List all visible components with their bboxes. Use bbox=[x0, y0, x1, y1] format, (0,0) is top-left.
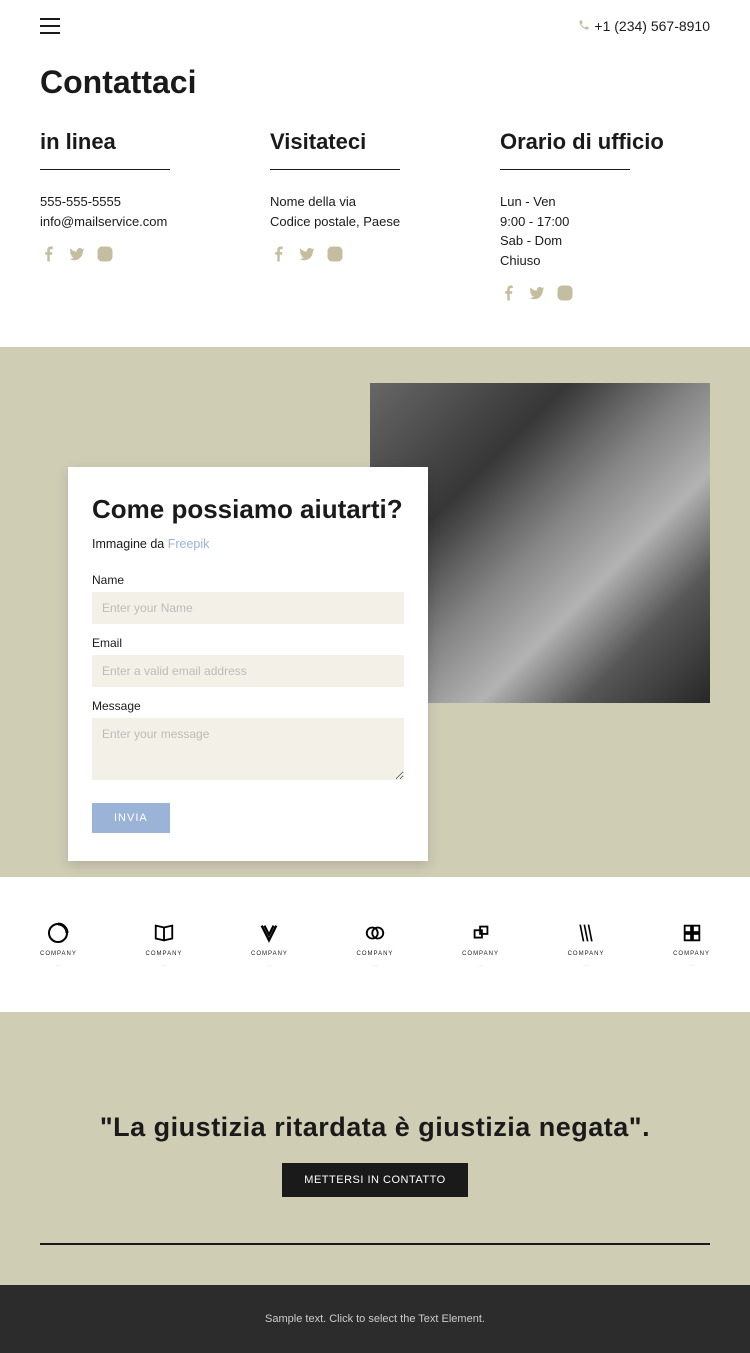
phone-number[interactable]: +1 (234) 567-8910 bbox=[578, 18, 710, 34]
contact-button[interactable]: METTERSI IN CONTATTO bbox=[282, 1163, 467, 1197]
divider bbox=[270, 169, 400, 170]
facebook-icon[interactable] bbox=[270, 245, 288, 268]
email-label: Email bbox=[92, 636, 404, 650]
social-links bbox=[270, 245, 480, 268]
facebook-icon[interactable] bbox=[40, 245, 58, 268]
name-label: Name bbox=[92, 573, 404, 587]
company-logo-4: COMPANY ··· bbox=[357, 921, 394, 968]
submit-button[interactable]: INVIA bbox=[92, 803, 170, 833]
freepik-link[interactable]: Freepik bbox=[168, 537, 210, 551]
form-title: Come possiamo aiutarti? bbox=[92, 495, 404, 525]
footer-text[interactable]: Sample text. Click to select the Text El… bbox=[40, 1313, 710, 1325]
phone-text: +1 (234) 567-8910 bbox=[594, 18, 710, 34]
message-label: Message bbox=[92, 699, 404, 713]
company-logo-6: COMPANY ··· bbox=[568, 921, 605, 968]
header: +1 (234) 567-8910 bbox=[0, 0, 750, 44]
col-body: 555-555-5555 info@mailservice.com bbox=[40, 192, 250, 231]
form-subtitle: Immagine da Freepik bbox=[92, 537, 404, 551]
contact-columns: in linea 555-555-5555 info@mailservice.c… bbox=[40, 129, 710, 307]
instagram-icon[interactable] bbox=[96, 245, 114, 268]
contact-section: Contattaci in linea 555-555-5555 info@ma… bbox=[0, 44, 750, 347]
col-title: in linea bbox=[40, 129, 250, 155]
contact-col-hours: Orario di ufficio Lun - Ven 9:00 - 17:00… bbox=[500, 129, 710, 307]
social-links bbox=[500, 284, 710, 307]
col-title: Visitateci bbox=[270, 129, 480, 155]
message-input[interactable] bbox=[92, 718, 404, 780]
company-logo-3: COMPANY ··· bbox=[251, 921, 288, 968]
company-logo-2: COMPANY ··· bbox=[146, 921, 183, 968]
company-logo-1: COMPANY ··· bbox=[40, 921, 77, 968]
instagram-icon[interactable] bbox=[556, 284, 574, 307]
form-section: Come possiamo aiutarti? Immagine da Free… bbox=[0, 347, 750, 877]
logos-section: COMPANY ··· COMPANY ··· COMPANY ··· COMP… bbox=[0, 877, 750, 1012]
instagram-icon[interactable] bbox=[326, 245, 344, 268]
twitter-icon[interactable] bbox=[68, 245, 86, 268]
form-card: Come possiamo aiutarti? Immagine da Free… bbox=[68, 467, 428, 861]
divider bbox=[40, 169, 170, 170]
social-links bbox=[40, 245, 250, 268]
divider bbox=[500, 169, 630, 170]
contact-col-visit: Visitateci Nome della via Codice postale… bbox=[270, 129, 480, 307]
twitter-icon[interactable] bbox=[528, 284, 546, 307]
quote-section: "La giustizia ritardata è giustizia nega… bbox=[0, 1012, 750, 1285]
company-logo-7: COMPANY ··· bbox=[673, 921, 710, 968]
email-input[interactable] bbox=[92, 655, 404, 687]
page-title: Contattaci bbox=[40, 64, 710, 101]
twitter-icon[interactable] bbox=[298, 245, 316, 268]
quote-text: "La giustizia ritardata è giustizia nega… bbox=[40, 1112, 710, 1143]
divider bbox=[40, 1243, 710, 1245]
col-title: Orario di ufficio bbox=[500, 129, 710, 155]
contact-col-online: in linea 555-555-5555 info@mailservice.c… bbox=[40, 129, 250, 307]
company-logo-5: COMPANY ··· bbox=[462, 921, 499, 968]
hamburger-menu-icon[interactable] bbox=[40, 18, 60, 34]
phone-icon bbox=[578, 19, 590, 34]
col-body: Lun - Ven 9:00 - 17:00 Sab - Dom Chiuso bbox=[500, 192, 710, 270]
col-body: Nome della via Codice postale, Paese bbox=[270, 192, 480, 231]
name-input[interactable] bbox=[92, 592, 404, 624]
facebook-icon[interactable] bbox=[500, 284, 518, 307]
